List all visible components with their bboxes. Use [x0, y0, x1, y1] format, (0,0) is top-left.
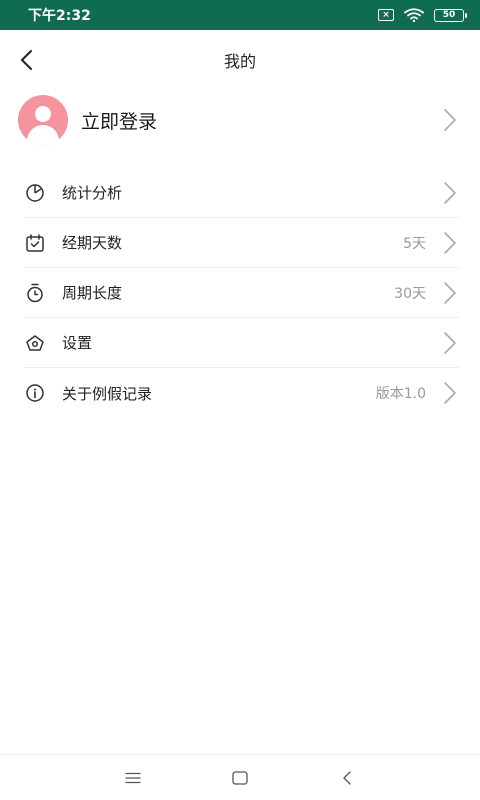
avatar[interactable] — [18, 95, 68, 145]
chevron-right-icon — [444, 231, 456, 254]
avatar-body — [27, 125, 59, 145]
settings-pentagon-icon — [26, 334, 44, 351]
calendar-check-icon — [26, 233, 44, 252]
chevron-right-icon — [444, 382, 456, 404]
menu-label: 周期长度 — [62, 284, 123, 302]
battery-level: 50 — [442, 10, 456, 20]
nav-bar: 我的 — [0, 30, 480, 90]
chevron-right-icon — [444, 281, 456, 304]
menu-item-statistics[interactable]: 统计分析 — [24, 168, 460, 218]
status-bar: 下午2:32 × 50 — [0, 0, 480, 30]
wifi-icon — [404, 8, 424, 22]
back-chevron-icon — [342, 770, 351, 785]
menu-value: 版本1.0 — [375, 386, 426, 402]
menu-item-period-days[interactable]: 经期天数 5天 — [24, 218, 460, 268]
battery-icon: 50 — [434, 8, 467, 22]
status-icons: × 50 — [378, 8, 467, 22]
menu-value: 5天 — [403, 235, 426, 252]
hamburger-menu-icon — [125, 772, 141, 783]
menu-label: 关于例假记录 — [62, 384, 153, 403]
home-key[interactable] — [229, 767, 251, 789]
chevron-right-icon — [444, 181, 456, 204]
timer-icon — [27, 283, 43, 302]
menu-label: 经期天数 — [62, 234, 123, 252]
back-arrow-icon[interactable] — [16, 48, 40, 72]
menu-item-cycle-length[interactable]: 周期长度 30天 — [24, 268, 460, 318]
login-row[interactable]: 立即登录 — [0, 92, 480, 148]
chevron-right-icon — [444, 331, 456, 354]
menu-label: 设置 — [62, 334, 93, 352]
system-nav-bar — [0, 754, 480, 800]
menu-item-about[interactable]: 关于例假记录 版本1.0 — [24, 368, 460, 418]
menu-value: 30天 — [394, 285, 426, 302]
info-icon — [26, 384, 44, 402]
page-title: 我的 — [223, 52, 256, 71]
chevron-right-icon — [444, 109, 456, 131]
login-label: 立即登录 — [81, 110, 158, 133]
menu-key[interactable] — [122, 767, 144, 789]
menu-label: 统计分析 — [62, 184, 123, 202]
status-time: 下午2:32 — [28, 8, 91, 24]
home-square-icon — [232, 770, 248, 785]
avatar-head — [35, 106, 51, 122]
back-key[interactable] — [336, 767, 358, 789]
menu-item-settings[interactable]: 设置 — [24, 318, 460, 368]
no-sim-icon: × — [378, 9, 394, 21]
pie-chart-icon — [26, 183, 44, 202]
settings-menu: 统计分析 经期天数 5天 周期长度 30天 设置 关于例假记录 版本1.0 — [0, 168, 480, 418]
